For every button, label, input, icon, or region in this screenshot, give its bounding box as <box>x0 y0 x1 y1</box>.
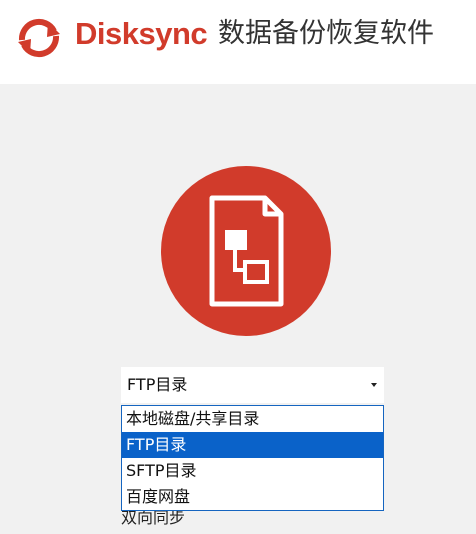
source-type-dropdown: 本地磁盘/共享目录 FTP目录 SFTP目录 百度网盘 <box>121 405 384 511</box>
hero-circle <box>161 166 331 336</box>
option-ftp[interactable]: FTP目录 <box>122 432 383 458</box>
brand-name: Disksync <box>75 16 208 51</box>
option-sftp[interactable]: SFTP目录 <box>122 458 383 484</box>
select-value: FTP目录 <box>127 375 188 394</box>
app-header: Disksync 数据备份恢复软件 <box>0 0 476 84</box>
app-subtitle: 数据备份恢复软件 <box>218 18 434 49</box>
sync-icon <box>18 18 60 58</box>
source-type-select[interactable]: FTP目录 <box>121 367 384 403</box>
option-baidu-netdisk[interactable]: 百度网盘 <box>122 484 383 510</box>
file-transfer-icon <box>209 195 284 307</box>
option-local-disk[interactable]: 本地磁盘/共享目录 <box>122 406 383 432</box>
dropdown-arrow-icon[interactable] <box>370 382 378 388</box>
